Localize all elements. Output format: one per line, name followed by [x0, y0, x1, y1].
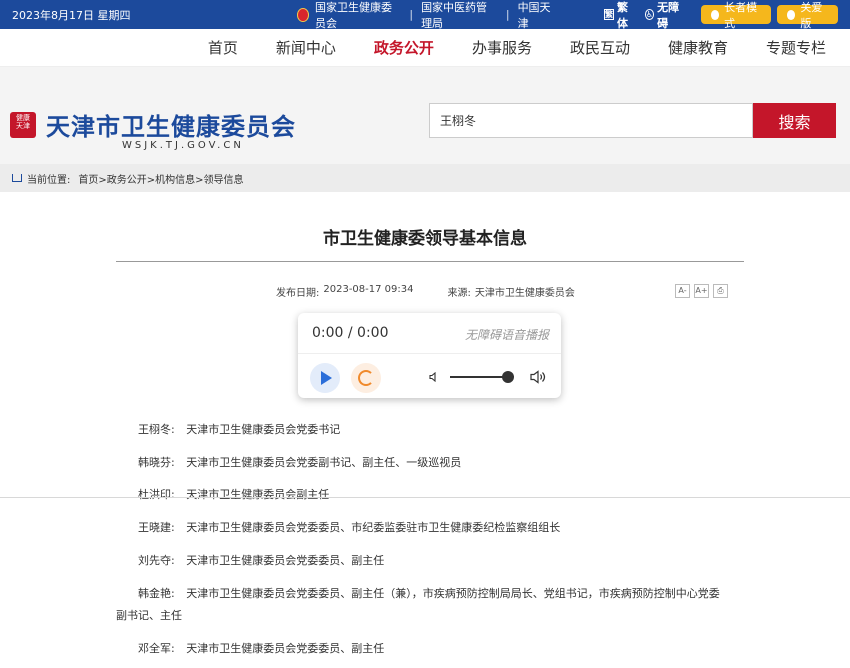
title-divider	[116, 261, 744, 262]
site-domain: WSJK.TJ.GOV.CN	[122, 140, 244, 151]
elder-mode-button[interactable]: 长者模式	[700, 1, 772, 30]
current-date: 2023年8月17日 星期四	[12, 8, 131, 22]
article-meta: 发布日期: 2023-08-17 09:34 来源: 天津市卫生健康委员会	[276, 284, 579, 299]
traditional-chinese-label: 繁体	[616, 0, 628, 30]
leader-row: 韩金艳: 天津市卫生健康委员会党委委员、副主任（兼），市疾病预防控制局局长、党组…	[138, 585, 720, 601]
search-input[interactable]	[429, 103, 753, 138]
site-header: 健康天津 天津市卫生健康委员会 WSJK.TJ.GOV.CN 搜索	[0, 67, 850, 164]
source-value: 天津市卫生健康委员会	[474, 288, 575, 299]
separator: |	[409, 8, 414, 21]
leader-title: 天津市卫生健康委员会党委委员、市纪委监委驻市卫生健康委纪检监察组组长	[186, 521, 561, 534]
leader-row: 王晓建: 天津市卫生健康委员会党委委员、市纪委监委驻市卫生健康委纪检监察组组长	[138, 519, 560, 535]
player-caption: 无障碍语音播报	[464, 328, 549, 342]
elder-mode-label: 长者模式	[724, 0, 758, 30]
leader-row-continued: 副书记、主任	[116, 607, 182, 623]
volume-slider-track[interactable]	[450, 376, 508, 378]
nav-home[interactable]: 首页	[208, 37, 238, 58]
link-nhc[interactable]: 国家卫生健康委员会	[315, 0, 401, 31]
print-icon[interactable]: ⎙	[713, 284, 728, 298]
loop-button-icon[interactable]	[351, 363, 381, 393]
leader-row: 邓全军: 天津市卫生健康委员会党委委员、副主任	[138, 640, 384, 656]
logo-seal-icon: 健康 天津	[10, 111, 36, 138]
font-increase-icon[interactable]: A+	[694, 284, 709, 298]
home-icon	[12, 174, 22, 182]
site-name: 天津市卫生健康委员会	[46, 113, 296, 141]
national-emblem-icon	[296, 7, 309, 22]
play-button-icon[interactable]	[310, 363, 340, 393]
traditional-chinese-toggle[interactable]: 繁 繁体	[603, 0, 635, 31]
nav-news[interactable]: 新闻中心	[276, 37, 336, 58]
traditional-chinese-icon: 繁	[603, 9, 614, 20]
leader-name: 邓全军:	[138, 642, 175, 655]
volume-low-icon[interactable]	[429, 372, 439, 382]
search-button[interactable]: 搜索	[753, 103, 836, 138]
top-tools: 繁 繁体 ♿ 无障碍 长者模式 关爱版	[603, 0, 838, 31]
page-fold-line	[0, 497, 850, 498]
leader-name: 杜洪印:	[138, 488, 175, 501]
leader-name: 王晓建:	[138, 521, 175, 534]
leader-name: 韩晓芬:	[138, 456, 175, 469]
nav-government-affairs[interactable]: 政务公开	[374, 37, 434, 58]
leader-title: 天津市卫生健康委员会党委委员、副主任（兼），市疾病预防控制局局长、党组书记，市疾…	[186, 587, 720, 600]
article-tools: A- A+ ⎙	[675, 284, 732, 298]
meta-gap	[418, 284, 444, 299]
leader-title: 天津市卫生健康委员会副主任	[186, 488, 330, 501]
leader-row: 杜洪印: 天津市卫生健康委员会副主任	[138, 486, 329, 502]
main-nav: 首页 新闻中心 政务公开 办事服务 政民互动 健康教育 专题专栏	[0, 29, 850, 67]
leader-name: 刘先夺:	[138, 554, 175, 567]
leader-row: 韩晓芬: 天津市卫生健康委员会党委副书记、副主任、一级巡视员	[138, 454, 461, 470]
player-time: 0:00 / 0:00	[312, 325, 389, 341]
top-bar: 2023年8月17日 星期四 国家卫生健康委员会 | 国家中医药管理局 | 中国…	[0, 0, 850, 31]
accessibility-icon: ♿	[644, 9, 655, 20]
breadcrumb-path[interactable]: 首页>政务公开>机构信息>领导信息	[78, 171, 243, 186]
source-label: 来源:	[447, 288, 471, 299]
leader-row: 刘先夺: 天津市卫生健康委员会党委委员、副主任	[138, 552, 384, 568]
leader-name: 王栩冬:	[138, 423, 175, 436]
font-decrease-icon[interactable]: A-	[675, 284, 690, 298]
leader-title-continued: 副书记、主任	[116, 609, 182, 622]
search-bar: 搜索	[429, 103, 836, 138]
accessibility-toggle[interactable]: ♿ 无障碍	[644, 0, 685, 31]
link-china-tianjin[interactable]: 中国天津	[518, 0, 556, 31]
leader-name: 韩金艳:	[138, 587, 175, 600]
volume-high-icon[interactable]	[530, 370, 546, 384]
external-links: 国家卫生健康委员会 | 国家中医药管理局 | 中国天津	[296, 0, 556, 31]
link-natcm[interactable]: 国家中医药管理局	[421, 0, 498, 31]
leader-title: 天津市卫生健康委员会党委委员、副主任	[186, 642, 385, 655]
nav-health-education[interactable]: 健康教育	[668, 37, 728, 58]
audio-player: 0:00 / 0:00 无障碍语音播报	[298, 313, 561, 398]
accessibility-label: 无障碍	[657, 0, 680, 30]
leader-row: 王栩冬: 天津市卫生健康委员会党委书记	[138, 421, 340, 437]
leader-title: 天津市卫生健康委员会党委副书记、副主任、一级巡视员	[186, 456, 462, 469]
publish-date: 2023-08-17 09:34	[323, 284, 414, 295]
date-label: 发布日期:	[276, 288, 320, 299]
leader-title: 天津市卫生健康委员会党委委员、副主任	[186, 554, 385, 567]
nav-interaction[interactable]: 政民互动	[570, 37, 630, 58]
care-version-label: 关爱版	[800, 0, 823, 30]
player-divider	[298, 353, 561, 354]
volume-slider-knob[interactable]	[502, 371, 514, 383]
separator: |	[505, 8, 510, 21]
care-icon	[787, 9, 796, 20]
breadcrumb-label: 当前位置:	[27, 174, 71, 186]
elder-icon	[710, 9, 720, 20]
breadcrumb: 当前位置: 首页>政务公开>机构信息>领导信息	[0, 164, 850, 192]
care-version-button[interactable]: 关爱版	[777, 1, 838, 30]
site-logo[interactable]: 健康 天津 天津市卫生健康委员会	[10, 107, 296, 142]
leader-title: 天津市卫生健康委员会党委书记	[186, 423, 341, 436]
page-title: 市卫生健康委领导基本信息	[323, 229, 527, 249]
nav-special-topics[interactable]: 专题专栏	[766, 37, 826, 58]
nav-services[interactable]: 办事服务	[472, 37, 532, 58]
